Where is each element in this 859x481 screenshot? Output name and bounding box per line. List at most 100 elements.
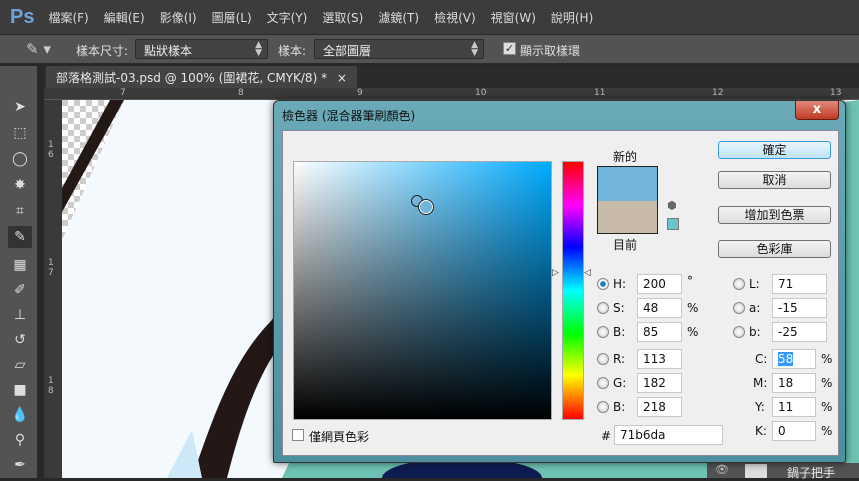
cancel-button[interactable]: 取消 [718, 171, 831, 189]
ruler-tick-label: 11 [594, 88, 606, 98]
menu-window[interactable]: 視窗(W) [491, 9, 536, 26]
menu-file[interactable]: 檔案(F) [48, 9, 88, 26]
h-unit: ° [687, 274, 693, 288]
sample-size-value: 點狀樣本 [144, 44, 193, 58]
close-tab-icon[interactable]: × [337, 71, 347, 85]
lasso-tool-icon[interactable]: ◯ [8, 148, 32, 170]
current-color-label: 目前 [613, 238, 638, 252]
updown-icon: ▲ ▼ [471, 40, 478, 58]
color-field[interactable] [293, 161, 552, 420]
ruler-tick-label: 10 [475, 88, 487, 98]
history-brush-tool-icon[interactable]: ↺ [8, 329, 32, 351]
eyedropper-preset-icon[interactable]: ✎ ▾ [26, 40, 51, 58]
stamp-tool-icon[interactable]: ⊥ [8, 304, 32, 326]
menu-layer[interactable]: 圖層(L) [212, 9, 252, 26]
k-input[interactable]: 0 [772, 421, 816, 441]
photoshop-logo: Ps [10, 5, 35, 28]
pen-tool-icon[interactable]: ✒ [8, 454, 32, 476]
ok-button[interactable]: 確定 [718, 141, 831, 159]
dodge-tool-icon[interactable]: ⚲ [8, 429, 32, 451]
color-selector-circle[interactable] [418, 199, 434, 215]
a-input[interactable]: -15 [772, 298, 827, 318]
crop-tool-icon[interactable]: ⌗ [8, 200, 32, 222]
color-preview [597, 166, 658, 234]
close-button[interactable]: x [795, 101, 839, 120]
a-radio[interactable] [733, 302, 745, 314]
marquee-tool-icon[interactable]: ⬚ [8, 122, 32, 144]
menu-view[interactable]: 檢視(V) [434, 9, 476, 26]
ruler-tick-label: 7 [120, 88, 126, 98]
r-input[interactable]: 113 [637, 349, 682, 369]
a-label: a: [749, 301, 761, 315]
r-radio[interactable] [597, 353, 609, 365]
m-label: M: [753, 376, 768, 390]
magic-wand-tool-icon[interactable]: ✸ [8, 174, 32, 196]
c-value: 58 [778, 352, 794, 366]
eye-icon[interactable]: 👁 [715, 463, 729, 476]
ruler-tick-label: 9 [357, 88, 363, 98]
h-input[interactable]: 200 [637, 274, 682, 294]
s-radio[interactable] [597, 302, 609, 314]
blue-radio[interactable] [597, 401, 609, 413]
current-color-swatch[interactable] [598, 201, 657, 233]
menu-type[interactable]: 文字(Y) [267, 9, 308, 26]
menu-image[interactable]: 影像(I) [160, 9, 197, 26]
hue-slider-left-arrow[interactable]: ▷ [552, 268, 559, 278]
ruler-tick-label: 13 [830, 88, 842, 98]
vertical-ruler: 16 17 18 [44, 100, 62, 478]
sample-size-label: 樣本尺寸: [76, 44, 129, 58]
eraser-tool-icon[interactable]: ▱ [8, 354, 32, 376]
show-ring-checkbox[interactable]: ✓ [503, 42, 516, 55]
hue-slider[interactable] [562, 161, 584, 420]
eyedropper-tool-icon[interactable]: ✎ [8, 226, 32, 248]
h-radio[interactable] [597, 278, 609, 290]
layer-name[interactable]: 鍋子把手 [787, 464, 835, 481]
sample-select[interactable]: 全部圖層 ▲ ▼ [314, 39, 484, 59]
layer-thumbnail [745, 464, 767, 478]
show-ring-label: 顯示取樣環 [520, 44, 581, 58]
k-label: K: [755, 424, 767, 438]
c-input[interactable]: 58 [772, 349, 816, 369]
b-radio[interactable] [597, 326, 609, 338]
out-of-gamut-cube-icon[interactable]: ⬢ [667, 199, 677, 212]
blue-input[interactable]: 218 [637, 397, 682, 417]
web-colors-only-label: 僅網頁色彩 [309, 430, 370, 444]
menu-edit[interactable]: 編輯(E) [104, 9, 145, 26]
gamut-color-swatch[interactable] [667, 218, 679, 230]
b-label: B: [613, 325, 626, 339]
hue-slider-right-arrow[interactable]: ◁ [584, 268, 591, 278]
lab-b-input[interactable]: -25 [772, 322, 827, 342]
l-label: L: [749, 277, 760, 291]
sample-size-select[interactable]: 點狀樣本 ▲ ▼ [135, 39, 268, 59]
lab-b-label: b: [749, 325, 761, 339]
m-input[interactable]: 18 [772, 373, 816, 393]
gradient-tool-icon[interactable]: ■ [8, 379, 32, 401]
m-unit: % [821, 376, 833, 390]
brush-tool-icon[interactable]: ✐ [8, 279, 32, 301]
move-tool-icon[interactable]: ➤ [8, 96, 32, 118]
color-libraries-button[interactable]: 色彩庫 [718, 240, 831, 258]
web-colors-only-checkbox[interactable] [292, 429, 304, 441]
horizontal-ruler: 7 8 9 10 11 12 13 [44, 88, 859, 100]
options-bar: ✎ ▾ 樣本尺寸: 點狀樣本 ▲ ▼ 樣本: 全部圖層 ▲ ▼ ✓ 顯示取樣環 [0, 34, 859, 64]
lab-b-radio[interactable] [733, 326, 745, 338]
healing-tool-icon[interactable]: ▦ [8, 254, 32, 276]
l-radio[interactable] [733, 278, 745, 290]
menu-select[interactable]: 選取(S) [322, 9, 363, 26]
add-to-swatches-button[interactable]: 增加到色票 [718, 206, 831, 224]
blur-tool-icon[interactable]: 💧 [8, 404, 32, 426]
s-input[interactable]: 48 [637, 298, 682, 318]
g-input[interactable]: 182 [637, 373, 682, 393]
g-radio[interactable] [597, 377, 609, 389]
menu-filter[interactable]: 濾鏡(T) [378, 9, 419, 26]
hex-input[interactable]: 71b6da [614, 425, 723, 445]
l-input[interactable]: 71 [772, 274, 827, 294]
ruler-tick-label: 18 [48, 376, 54, 396]
document-tab[interactable]: 部落格測試-03.psd @ 100% (圍裙花, CMYK/8) * × [46, 66, 357, 88]
brightness-input[interactable]: 85 [637, 322, 682, 342]
sample-value: 全部圖層 [323, 44, 372, 58]
y-input[interactable]: 11 [772, 397, 816, 417]
r-label: R: [613, 352, 626, 366]
menu-help[interactable]: 說明(H) [551, 9, 593, 26]
s-unit: % [687, 301, 699, 315]
